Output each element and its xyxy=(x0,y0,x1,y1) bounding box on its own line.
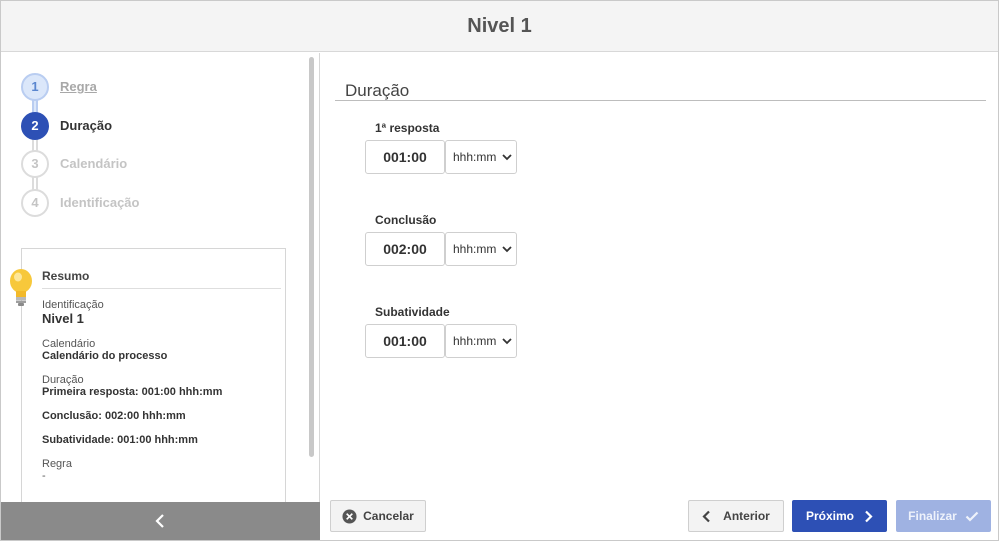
first-response-label: 1ª resposta xyxy=(375,121,440,135)
main-content: Duração 1ª resposta 001:00 hhh:mm Conclu… xyxy=(321,53,998,540)
step-number: 2 xyxy=(21,112,49,140)
subactivity-label: Subatividade xyxy=(375,305,450,319)
step-label: Identificação xyxy=(60,195,140,210)
summary-title: Resumo xyxy=(42,269,90,283)
step-number: 3 xyxy=(21,150,49,178)
check-icon xyxy=(965,511,979,522)
step-calendario: 3 Calendário xyxy=(21,150,281,178)
step-label: Calendário xyxy=(60,156,128,171)
summary-primeira-resposta: Primeira resposta: 001:00 hhh:mm xyxy=(42,386,223,398)
summary-panel: Resumo Identificação Nivel 1 Calendário … xyxy=(21,248,286,508)
unit-select-value: hhh:mm xyxy=(453,334,497,348)
chevron-down-icon xyxy=(502,246,512,253)
chevron-right-icon xyxy=(865,510,873,522)
step-label[interactable]: Regra xyxy=(60,73,97,101)
previous-button-label: Anterior xyxy=(723,509,770,523)
step-label: Duração xyxy=(60,118,113,133)
wizard-window: Nivel 1 1 Regra 2 Duração 3 Calendário 4… xyxy=(0,0,999,541)
summary-conclusao: Conclusão: 002:00 hhh:mm xyxy=(42,410,186,422)
step-identificacao: 4 Identificação xyxy=(21,189,281,217)
sidebar: 1 Regra 2 Duração 3 Calendário 4 Identif… xyxy=(1,53,320,540)
unit-select-value: hhh:mm xyxy=(453,242,497,256)
step-connector xyxy=(32,176,38,190)
step-connector xyxy=(32,99,38,113)
sidebar-collapse-button[interactable] xyxy=(1,502,320,540)
section-divider xyxy=(335,100,986,101)
previous-button[interactable]: Anterior xyxy=(688,500,784,532)
summary-subatividade: Subatividade: 001:00 hhh:mm xyxy=(42,434,198,446)
header-bar: Nivel 1 xyxy=(1,1,998,52)
step-duracao[interactable]: 2 Duração xyxy=(21,112,281,140)
finish-button[interactable]: Finalizar xyxy=(896,500,991,532)
cancel-button[interactable]: Cancelar xyxy=(330,500,426,532)
sidebar-scrollbar[interactable] xyxy=(309,57,314,457)
summary-divider xyxy=(42,288,281,289)
finish-button-label: Finalizar xyxy=(908,509,957,523)
chevron-down-icon xyxy=(502,338,512,345)
chevron-down-icon xyxy=(502,154,512,161)
page-title: Nivel 1 xyxy=(467,15,532,37)
first-response-unit-select[interactable]: hhh:mm xyxy=(445,140,517,174)
subactivity-unit-select[interactable]: hhh:mm xyxy=(445,324,517,358)
summary-calendario-label: Calendário xyxy=(42,338,96,350)
conclusion-label: Conclusão xyxy=(375,213,437,227)
cancel-button-label: Cancelar xyxy=(363,509,414,523)
step-number: 1 xyxy=(21,73,49,101)
conclusion-input[interactable]: 002:00 xyxy=(365,232,445,266)
subactivity-input[interactable]: 001:00 xyxy=(365,324,445,358)
summary-regra-value: - xyxy=(42,470,46,482)
summary-identificacao-label: Identificação xyxy=(42,299,104,311)
next-button[interactable]: Próximo xyxy=(792,500,887,532)
next-button-label: Próximo xyxy=(805,509,854,523)
chevron-left-icon xyxy=(155,514,164,528)
first-response-input[interactable]: 001:00 xyxy=(365,140,445,174)
close-circle-icon xyxy=(342,508,357,524)
conclusion-unit-select[interactable]: hhh:mm xyxy=(445,232,517,266)
chevron-left-icon xyxy=(702,510,710,522)
summary-calendario-value: Calendário do processo xyxy=(42,350,168,362)
lightbulb-icon xyxy=(10,269,32,306)
step-number: 4 xyxy=(21,189,49,217)
step-regra[interactable]: 1 Regra xyxy=(21,73,281,101)
summary-regra-label: Regra xyxy=(42,458,72,470)
unit-select-value: hhh:mm xyxy=(453,150,497,164)
section-title: Duração xyxy=(345,81,410,100)
summary-duracao-label: Duração xyxy=(42,374,84,386)
summary-identificacao-value: Nivel 1 xyxy=(42,311,84,326)
